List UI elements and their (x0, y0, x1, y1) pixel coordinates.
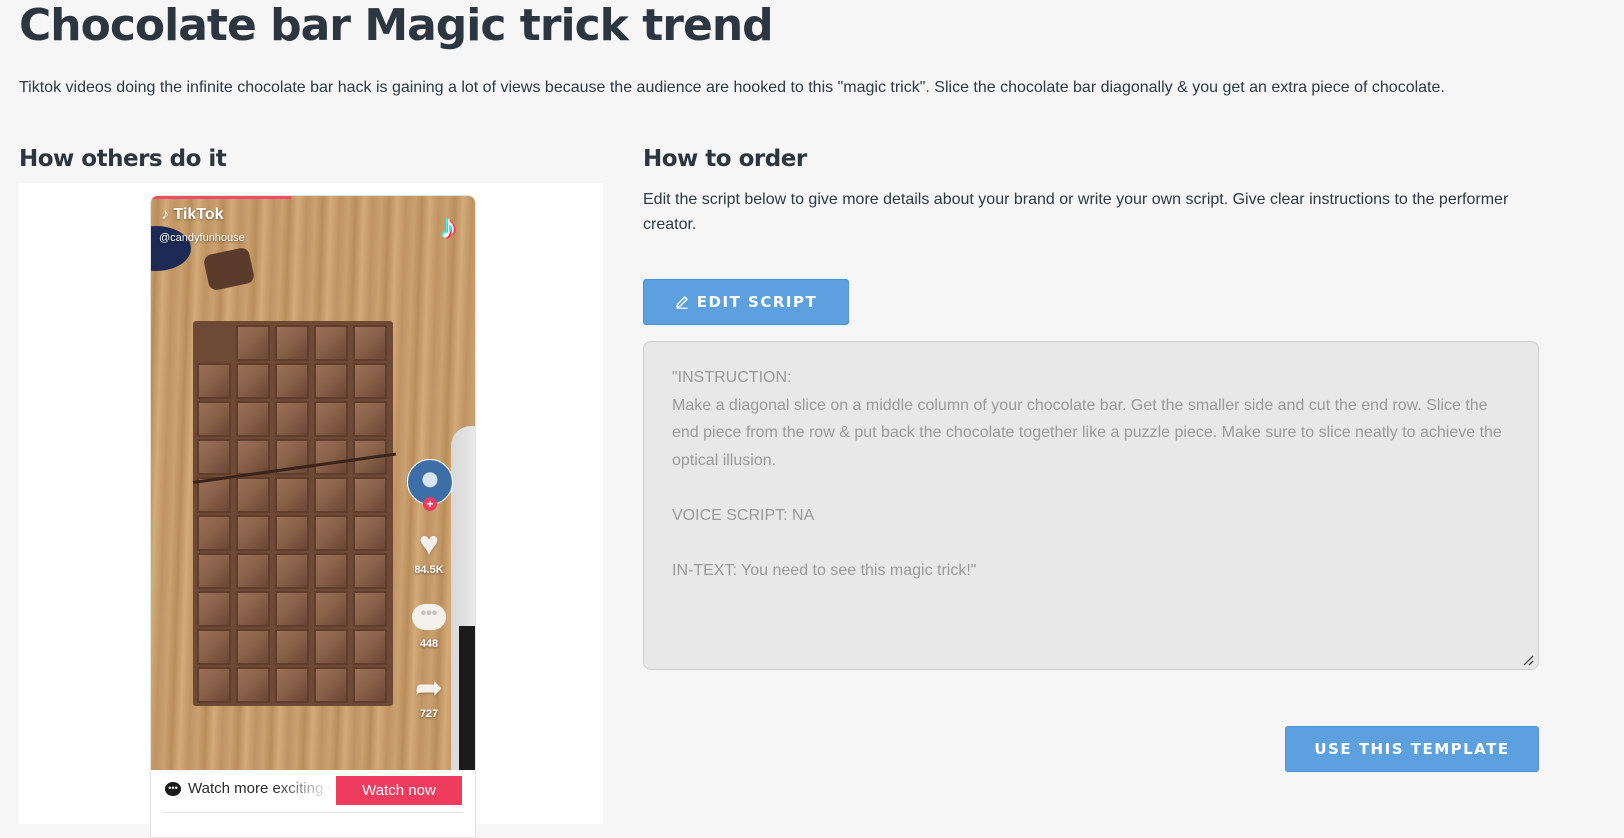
chocolate-square (314, 477, 348, 513)
chocolate-square (314, 629, 348, 665)
chocolate-square (236, 591, 270, 627)
chocolate-square (275, 401, 309, 437)
tiktok-note-icon[interactable]: ♪ (440, 208, 457, 247)
edit-script-button[interactable]: EDIT SCRIPT (643, 279, 849, 325)
chocolate-square (353, 591, 387, 627)
resize-handle-icon[interactable] (1522, 654, 1534, 666)
comment-count: 448 (419, 638, 439, 650)
edit-script-label: EDIT SCRIPT (696, 293, 818, 311)
chocolate-square (314, 401, 348, 437)
chocolate-square (236, 363, 270, 399)
chocolate-square (236, 553, 270, 589)
tiktok-video[interactable]: ♪ TikTok @candyfunhouse ♪ + ♥ 84.5K ••• … (151, 196, 475, 770)
chocolate-square (275, 477, 309, 513)
chocolate-square (197, 591, 231, 627)
video-progress (151, 196, 291, 199)
comment-button[interactable]: ••• 448 (410, 604, 448, 650)
chocolate-square (236, 515, 270, 551)
watch-now-button[interactable]: Watch now (336, 776, 462, 805)
share-count: 727 (419, 708, 439, 720)
order-description: Edit the script below to give more detai… (643, 191, 1509, 233)
chocolate-square (275, 515, 309, 551)
chocolate-square (353, 629, 387, 665)
chocolate-square (236, 667, 270, 703)
chocolate-square (275, 591, 309, 627)
chocolate-square (197, 515, 231, 551)
chocolate-square (353, 477, 387, 513)
pencil-icon (676, 296, 688, 309)
tiktok-logo-icon: ♪ TikTok (161, 206, 224, 223)
chocolate-square (197, 553, 231, 589)
follow-plus-icon[interactable]: + (423, 497, 437, 511)
chocolate-square (197, 401, 231, 437)
chocolate-square (353, 667, 387, 703)
chocolate-square (314, 515, 348, 551)
chocolate-square (236, 401, 270, 437)
share-icon: ➦ (414, 669, 444, 707)
chocolate-square (353, 363, 387, 399)
order-heading: How to order (643, 146, 807, 172)
script-textarea[interactable]: "INSTRUCTION: Make a diagonal slice on a… (643, 341, 1539, 670)
page-intro: Tiktok videos doing the infinite chocola… (19, 79, 1445, 96)
chocolate-square (275, 325, 309, 361)
chocolate-square (314, 325, 348, 361)
chocolate-square (197, 439, 231, 475)
chocolate-square (236, 477, 270, 513)
chocolate-square (275, 553, 309, 589)
tiktok-brand: TikTok (173, 206, 224, 223)
chocolate-square (314, 439, 348, 475)
use-template-button[interactable]: USE THIS TEMPLATE (1285, 726, 1539, 772)
chocolate-square (197, 629, 231, 665)
others-heading: How others do it (19, 146, 227, 172)
chocolate-square (314, 553, 348, 589)
chocolate-square (275, 363, 309, 399)
chocolate-square (236, 629, 270, 665)
chocolate-square (314, 667, 348, 703)
knife-handle (459, 626, 475, 770)
chocolate-square (275, 629, 309, 665)
heart-icon: ♥ (418, 525, 440, 563)
chocolate-square (197, 363, 231, 399)
chocolate-square (236, 325, 270, 361)
tiktok-footer-text[interactable]: Watch more exciting videos on TikTok (188, 780, 333, 797)
tiktok-handle[interactable]: @candyfunhouse (159, 232, 245, 244)
divider (163, 812, 463, 813)
chocolate-square (197, 667, 231, 703)
tiktok-embed-card: ♪ TikTok @candyfunhouse ♪ + ♥ 84.5K ••• … (19, 183, 603, 838)
chocolate-square (353, 401, 387, 437)
chocolate-square (353, 325, 387, 361)
tiktok-embed[interactable]: ♪ TikTok @candyfunhouse ♪ + ♥ 84.5K ••• … (150, 195, 476, 838)
chocolate-square (353, 553, 387, 589)
chocolate-square (236, 439, 270, 475)
comment-icon: ••• (412, 604, 446, 630)
chocolate-square (314, 363, 348, 399)
chocolate-bar (193, 321, 393, 706)
chocolate-square (353, 515, 387, 551)
chat-bubble-icon: ••• (165, 782, 181, 796)
tiktok-footer: ••• Watch more exciting videos on TikTok… (151, 770, 475, 837)
chocolate-square (275, 667, 309, 703)
like-count: 84.5K (414, 564, 444, 576)
chocolate-square (314, 591, 348, 627)
share-button[interactable]: ➦ 727 (410, 670, 448, 720)
page-title: Chocolate bar Magic trick trend (19, 0, 774, 51)
chocolate-piece (202, 246, 256, 292)
like-button[interactable]: ♥ 84.5K (410, 526, 448, 576)
